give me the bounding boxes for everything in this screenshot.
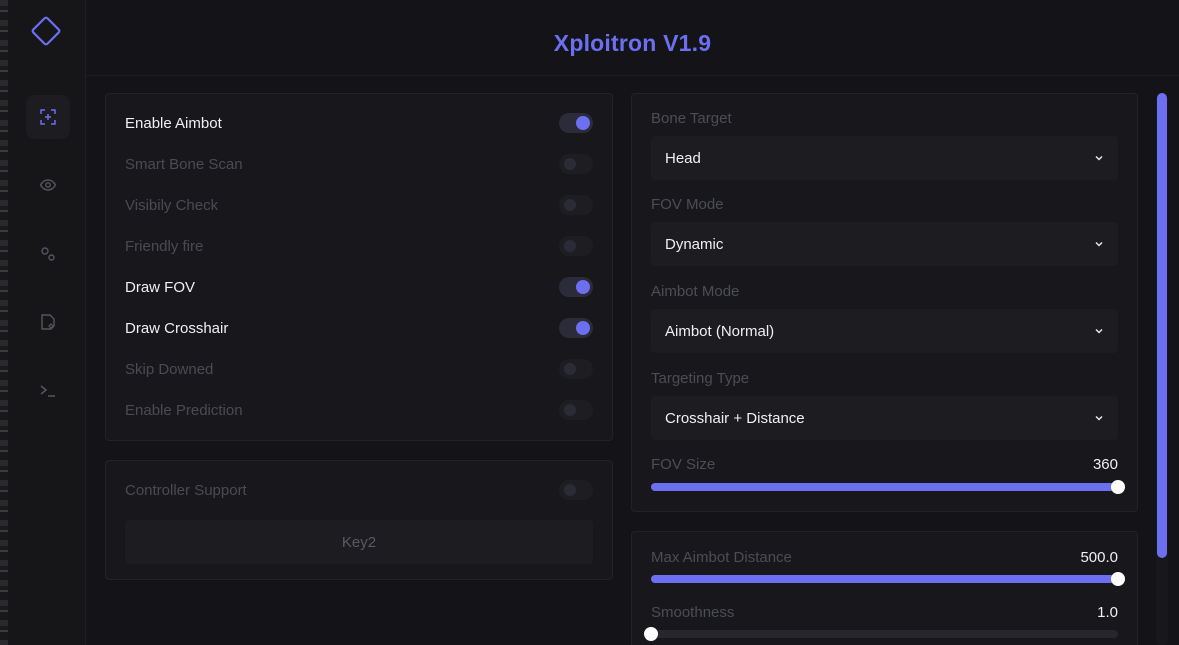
slider-fill — [651, 483, 1118, 491]
toggle-label: Draw Crosshair — [125, 319, 229, 337]
toggle-row-draw-fov: Draw FOV — [125, 275, 593, 299]
toggle-knob — [576, 116, 590, 130]
draw-fov-toggle[interactable] — [559, 277, 593, 297]
aimbot-toggles-panel: Enable Aimbot Smart Bone Scan Visibily C… — [105, 93, 613, 441]
aimbot-mode-select[interactable]: Aimbot (Normal) — [651, 309, 1118, 353]
toggle-knob — [564, 363, 576, 375]
sidebar-item-console[interactable] — [26, 369, 70, 413]
toggle-knob — [564, 158, 576, 170]
sidebar — [8, 0, 86, 645]
smoothness-row: Smoothness 1.0 — [651, 602, 1118, 622]
targeting-type-select[interactable]: Crosshair + Distance — [651, 396, 1118, 440]
controller-support-toggle[interactable] — [559, 480, 593, 500]
toggle-row-smart-bone-scan: Smart Bone Scan — [125, 152, 593, 176]
aimbot-mode-label: Aimbot Mode — [651, 283, 740, 300]
sidebar-item-config[interactable] — [26, 300, 70, 344]
sidebar-item-misc[interactable] — [26, 232, 70, 276]
toggle-row-visibility-check: Visibily Check — [125, 193, 593, 217]
slider-thumb[interactable] — [644, 627, 658, 641]
max-distance-row: Max Aimbot Distance 500.0 — [651, 547, 1118, 567]
select-value: Crosshair + Distance — [665, 409, 805, 427]
terminal-icon — [40, 385, 55, 397]
sidebar-item-aimbot[interactable] — [26, 95, 70, 139]
visibility-check-toggle[interactable] — [559, 195, 593, 215]
toggle-label: Friendly fire — [125, 237, 204, 255]
toggle-label: Visibily Check — [125, 196, 219, 214]
app-title: Xploitron V1.9 — [553, 30, 712, 56]
slider-thumb[interactable] — [1111, 572, 1125, 586]
fov-mode-select[interactable]: Dynamic — [651, 222, 1118, 266]
toggle-label: Skip Downed — [125, 360, 214, 378]
max-distance-slider[interactable] — [651, 572, 1125, 586]
toggle-knob — [564, 199, 576, 211]
toggle-label: Draw FOV — [125, 278, 196, 296]
toggle-row-draw-crosshair: Draw Crosshair — [125, 316, 593, 340]
header: Xploitron V1.9 — [86, 0, 1179, 76]
eye-icon — [39, 179, 57, 191]
targeting-panel: Bone Target Head FOV Mode Dynamic Aimbot… — [631, 93, 1138, 512]
max-distance-label: Max Aimbot Distance — [651, 548, 792, 566]
toggle-row-controller-support: Controller Support — [125, 478, 593, 502]
toggle-label: Enable Prediction — [125, 401, 243, 419]
toggle-row-enable-prediction: Enable Prediction — [125, 398, 593, 422]
targeting-type-label: Targeting Type — [651, 370, 750, 387]
enable-aimbot-toggle[interactable] — [559, 113, 593, 133]
toggle-knob — [564, 240, 576, 252]
settings-icon — [41, 247, 55, 261]
crosshair-icon — [40, 109, 56, 125]
toggle-row-skip-downed: Skip Downed — [125, 357, 593, 381]
fov-mode-label: FOV Mode — [651, 196, 724, 213]
friendly-fire-toggle[interactable] — [559, 236, 593, 256]
bone-target-label: Bone Target — [651, 110, 732, 127]
keybind-button[interactable]: Key2 — [125, 520, 593, 564]
toggle-knob — [564, 484, 576, 496]
select-value: Head — [665, 149, 701, 167]
scrollbar[interactable] — [1156, 93, 1168, 645]
chevron-down-icon — [1095, 328, 1103, 334]
fov-size-label: FOV Size — [651, 455, 716, 473]
draw-crosshair-toggle[interactable] — [559, 318, 593, 338]
fov-size-value: 360 — [1092, 455, 1118, 473]
smoothness-value: 1.0 — [1097, 603, 1118, 621]
chevron-down-icon — [1095, 241, 1103, 247]
distance-panel: Max Aimbot Distance 500.0 Smoothness 1.0 — [631, 531, 1138, 645]
bone-target-select[interactable]: Head — [651, 136, 1118, 180]
toggle-knob — [576, 280, 590, 294]
scrollbar-thumb[interactable] — [1157, 93, 1167, 558]
sidebar-item-visuals[interactable] — [26, 163, 70, 207]
toggle-row-friendly-fire: Friendly fire — [125, 234, 593, 258]
fov-size-row: FOV Size 360 — [651, 454, 1118, 474]
diamond-logo-icon — [31, 16, 61, 46]
select-value: Dynamic — [665, 235, 724, 253]
chevron-down-icon — [1095, 415, 1103, 421]
max-distance-value: 500.0 — [1080, 548, 1118, 566]
toggle-label: Controller Support — [125, 481, 247, 499]
enable-prediction-toggle[interactable] — [559, 400, 593, 420]
window-edge-strip — [0, 0, 8, 645]
toggle-label: Smart Bone Scan — [125, 155, 243, 173]
skip-downed-toggle[interactable] — [559, 359, 593, 379]
smoothness-slider[interactable] — [644, 627, 1118, 641]
controller-panel: Controller Support Key2 — [105, 460, 613, 580]
slider-fill — [651, 575, 1118, 583]
toggle-label: Enable Aimbot — [125, 114, 222, 132]
toggle-knob — [576, 321, 590, 335]
config-file-icon — [41, 314, 55, 330]
smoothness-label: Smoothness — [651, 603, 735, 621]
select-value: Aimbot (Normal) — [665, 322, 775, 340]
slider-thumb[interactable] — [1111, 480, 1125, 494]
toggle-row-enable-aimbot: Enable Aimbot — [125, 111, 593, 135]
fov-size-slider[interactable] — [651, 480, 1125, 494]
toggle-knob — [564, 404, 576, 416]
chevron-down-icon — [1095, 155, 1103, 161]
smart-bone-scan-toggle[interactable] — [559, 154, 593, 174]
